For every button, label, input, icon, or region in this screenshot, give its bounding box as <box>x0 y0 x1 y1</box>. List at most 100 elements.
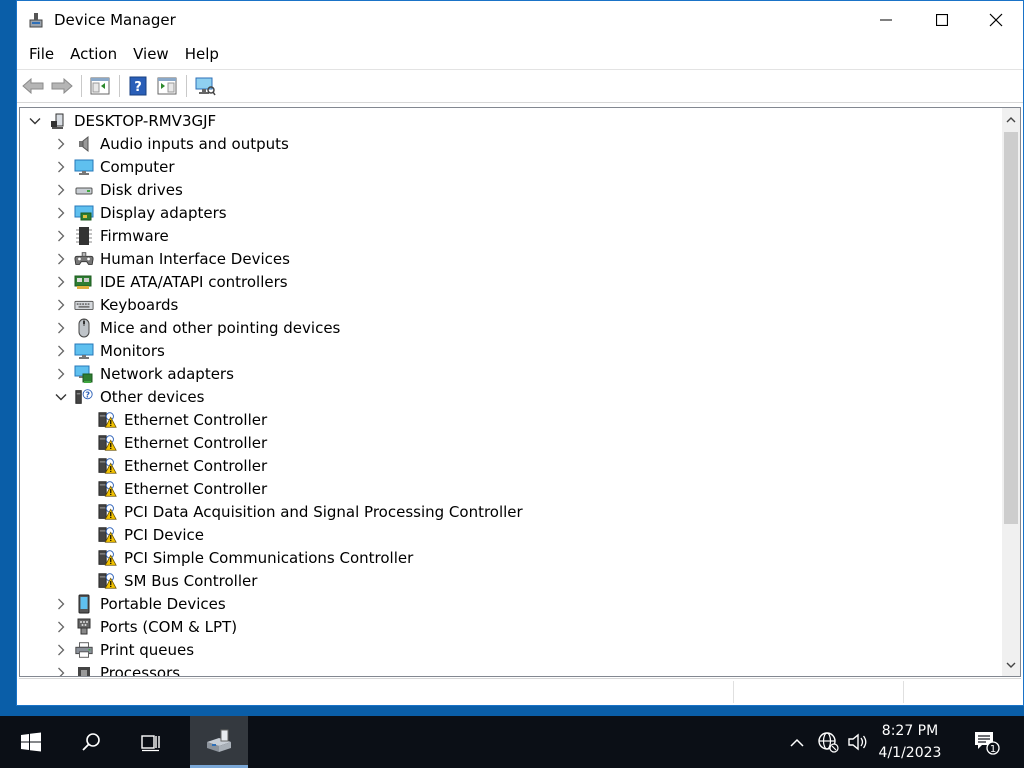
tree-category-mice-and-other-pointing-devices[interactable]: Mice and other pointing devices <box>54 316 340 339</box>
warning-device-icon <box>98 571 118 591</box>
start-button[interactable] <box>2 716 60 768</box>
expand-toggle[interactable] <box>54 229 68 243</box>
collapse-toggle[interactable] <box>54 390 68 404</box>
maximize-button[interactable] <box>919 1 965 39</box>
taskbar-clock[interactable]: 8:27 PM 4/1/2023 <box>878 720 942 764</box>
tree-category-other-devices[interactable]: ? Other devices <box>54 385 204 408</box>
expand-toggle[interactable] <box>54 206 68 220</box>
toolbar-separator <box>186 75 187 97</box>
properties-pane-button[interactable] <box>88 74 112 98</box>
tree-device-sm-bus-controller[interactable]: SM Bus Controller <box>98 569 257 592</box>
warning-device-icon <box>98 525 118 545</box>
warning-device-icon <box>98 456 118 476</box>
chevron-right-icon <box>58 368 65 379</box>
expand-toggle[interactable] <box>54 252 68 266</box>
toolbar-separator <box>119 75 120 97</box>
expand-toggle[interactable] <box>54 666 68 676</box>
expand-toggle[interactable] <box>54 643 68 657</box>
expand-toggle[interactable] <box>54 137 68 151</box>
expand-toggle[interactable] <box>54 160 68 174</box>
forward-button[interactable] <box>50 74 74 98</box>
tree-item-label: Disk drives <box>100 180 183 199</box>
warning-device-icon <box>98 479 118 499</box>
collapse-toggle[interactable] <box>28 114 42 128</box>
tree-category-audio-inputs-and-outputs[interactable]: Audio inputs and outputs <box>54 132 289 155</box>
expand-toggle[interactable] <box>54 344 68 358</box>
chevron-right-icon <box>58 207 65 218</box>
scrollbar-thumb[interactable] <box>1004 132 1018 524</box>
device-manager-icon <box>27 11 45 29</box>
expand-toggle[interactable] <box>54 321 68 335</box>
tree-root[interactable]: DESKTOP-RMV3GJF <box>28 109 216 132</box>
tree-category-processors[interactable]: Processors <box>54 661 180 676</box>
tree-category-ide-ata-atapi-controllers[interactable]: IDE ATA/ATAPI controllers <box>54 270 288 293</box>
tree-category-display-adapters[interactable]: Display adapters <box>54 201 227 224</box>
chevron-right-icon <box>58 161 65 172</box>
tree-category-network-adapters[interactable]: Network adapters <box>54 362 234 385</box>
tree-category-ports-com-lpt[interactable]: Ports (COM & LPT) <box>54 615 237 638</box>
tree-category-monitors[interactable]: Monitors <box>54 339 165 362</box>
tree-category-print-queues[interactable]: Print queues <box>54 638 194 661</box>
toolbar: ? <box>17 69 1023 103</box>
network-adapter-icon <box>74 364 94 384</box>
device-tree-pane[interactable]: DESKTOP-RMV3GJF Audio inputs and outputs C… <box>19 107 1021 677</box>
help-button[interactable]: ? <box>126 74 150 98</box>
network-tray-button[interactable] <box>814 716 842 768</box>
device-tree[interactable]: DESKTOP-RMV3GJF Audio inputs and outputs C… <box>20 108 1002 676</box>
tree-device-pci-device[interactable]: PCI Device <box>98 523 204 546</box>
portable-device-icon <box>74 594 94 614</box>
minimize-icon <box>880 19 892 21</box>
menu-view[interactable]: View <box>125 39 177 69</box>
status-separator <box>903 681 904 703</box>
tree-category-computer[interactable]: Computer <box>54 155 175 178</box>
tree-category-portable-devices[interactable]: Portable Devices <box>54 592 226 615</box>
back-button[interactable] <box>21 74 45 98</box>
tree-item-label: Ethernet Controller <box>124 410 268 429</box>
tree-category-keyboards[interactable]: Keyboards <box>54 293 178 316</box>
expand-toggle[interactable] <box>54 183 68 197</box>
tree-device-ethernet-controller[interactable]: Ethernet Controller <box>98 477 267 500</box>
close-button[interactable] <box>973 1 1019 39</box>
maximize-icon <box>936 14 948 26</box>
expand-toggle[interactable] <box>54 597 68 611</box>
warning-device-icon <box>98 410 118 430</box>
expand-toggle[interactable] <box>54 298 68 312</box>
scan-hardware-button[interactable] <box>193 74 217 98</box>
show-hidden-icons-button[interactable] <box>784 716 810 768</box>
tree-device-ethernet-controller[interactable]: Ethernet Controller <box>98 454 267 477</box>
windows-start-icon <box>21 732 41 752</box>
expand-toggle[interactable] <box>54 367 68 381</box>
chevron-right-icon <box>58 345 65 356</box>
tree-item-label: Portable Devices <box>100 594 226 613</box>
tree-device-ethernet-controller[interactable]: Ethernet Controller <box>98 431 267 454</box>
tree-device-ethernet-controller[interactable]: Ethernet Controller <box>98 408 267 431</box>
status-bar <box>19 678 1021 704</box>
vertical-scrollbar[interactable] <box>1002 108 1020 676</box>
menu-file[interactable]: File <box>21 39 62 69</box>
menu-help[interactable]: Help <box>177 39 227 69</box>
tree-category-disk-drives[interactable]: Disk drives <box>54 178 183 201</box>
title-bar[interactable]: Device Manager <box>17 1 1023 39</box>
tree-device-pci-simple-communications-controller[interactable]: PCI Simple Communications Controller <box>98 546 413 569</box>
search-button[interactable] <box>62 716 120 768</box>
update-driver-button[interactable] <box>155 74 179 98</box>
taskbar: 8:27 PM 4/1/2023 1 <box>0 716 1024 768</box>
tree-device-pci-data-acquisition-and-signal-processing-controller[interactable]: PCI Data Acquisition and Signal Processi… <box>98 500 523 523</box>
scroll-up-button[interactable] <box>1002 110 1020 128</box>
expand-toggle[interactable] <box>54 275 68 289</box>
tree-category-human-interface-devices[interactable]: Human Interface Devices <box>54 247 290 270</box>
close-icon <box>989 13 1003 27</box>
task-view-button[interactable] <box>122 716 180 768</box>
expand-toggle[interactable] <box>54 620 68 634</box>
minimize-button[interactable] <box>863 1 909 39</box>
tree-category-firmware[interactable]: Firmware <box>54 224 169 247</box>
port-icon <box>74 617 94 637</box>
menu-action[interactable]: Action <box>62 39 125 69</box>
taskbar-device-manager[interactable] <box>190 716 248 768</box>
update-driver-icon <box>157 77 177 95</box>
volume-tray-button[interactable] <box>844 716 872 768</box>
scroll-down-button[interactable] <box>1002 656 1020 674</box>
device-manager-icon <box>207 729 231 752</box>
chevron-down-icon <box>29 117 41 124</box>
notifications-button[interactable]: 1 <box>966 716 1006 768</box>
